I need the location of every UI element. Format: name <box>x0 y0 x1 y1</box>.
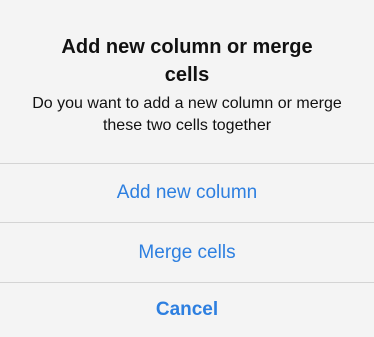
screen: Add new column or merge cells Do you wan… <box>0 0 374 337</box>
merge-cells-button[interactable]: Merge cells <box>0 223 374 282</box>
alert-title: Add new column or merge cells <box>61 36 313 86</box>
alert-dialog: Add new column or merge cells Do you wan… <box>0 0 374 337</box>
cancel-button[interactable]: Cancel <box>0 283 374 337</box>
alert-header: Add new column or merge cells Do you wan… <box>0 0 374 163</box>
add-new-column-button[interactable]: Add new column <box>0 164 374 222</box>
alert-message: Do you want to add a new column or merge… <box>32 95 342 134</box>
